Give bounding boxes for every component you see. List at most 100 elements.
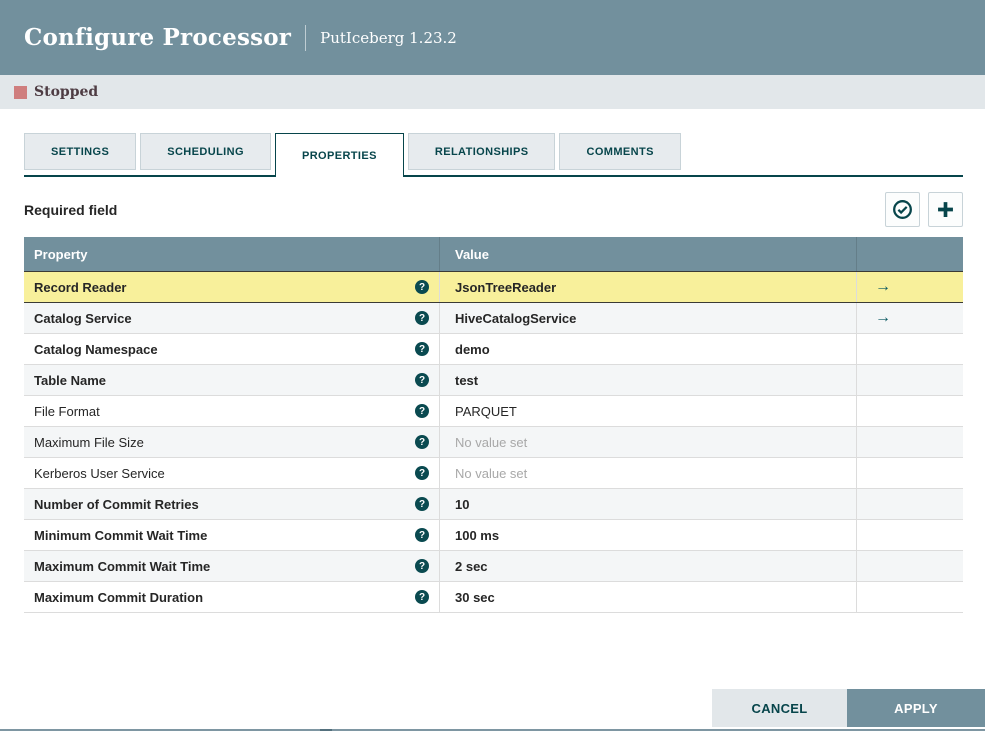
goto-service-icon[interactable]: →	[875, 310, 891, 326]
help-icon[interactable]: ?	[415, 559, 429, 573]
column-header-actions	[857, 237, 963, 271]
help-icon[interactable]: ?	[415, 342, 429, 356]
status-label: Stopped	[34, 84, 99, 100]
action-cell: →	[857, 272, 963, 302]
tab-label: RELATIONSHIPS	[434, 145, 529, 158]
column-header-value: Value	[440, 237, 857, 271]
action-cell: →	[857, 303, 963, 333]
processor-type-version: PutIceberg 1.23.2	[320, 28, 457, 47]
property-name: Record Reader	[34, 279, 127, 295]
tab-settings[interactable]: SETTINGS	[24, 133, 137, 170]
tab-bar: SETTINGS SCHEDULING PROPERTIES RELATIONS…	[24, 133, 963, 177]
property-cell: Kerberos User Service ?	[24, 458, 440, 488]
property-value[interactable]: JsonTreeReader	[440, 272, 857, 302]
required-field-label: Required field	[24, 201, 118, 218]
tab-comments[interactable]: COMMENTS	[559, 133, 681, 170]
stopped-indicator-icon	[14, 85, 27, 99]
property-cell: File Format ?	[24, 396, 440, 426]
tab-relationships[interactable]: RELATIONSHIPS	[407, 133, 556, 170]
property-cell: Catalog Service ?	[24, 303, 440, 333]
dialog-footer: CANCEL APPLY	[712, 689, 985, 727]
action-cell	[857, 582, 963, 612]
table-row[interactable]: Record Reader ? JsonTreeReader →	[24, 271, 963, 303]
property-cell: Catalog Namespace ?	[24, 334, 440, 364]
property-name: Catalog Namespace	[34, 341, 158, 357]
verify-properties-button[interactable]	[885, 192, 920, 227]
status-bar: Stopped	[0, 75, 985, 109]
tab-label: COMMENTS	[586, 145, 654, 158]
property-cell: Record Reader ?	[24, 272, 440, 302]
help-icon[interactable]: ?	[415, 311, 429, 325]
help-icon[interactable]: ?	[415, 280, 429, 294]
action-cell	[857, 458, 963, 488]
dialog-title: Configure Processor	[24, 24, 292, 51]
property-value[interactable]: 30 sec	[440, 582, 857, 612]
property-value[interactable]: demo	[440, 334, 857, 364]
action-cell	[857, 489, 963, 519]
add-property-button[interactable]	[928, 192, 963, 227]
property-name: Kerberos User Service	[34, 465, 165, 481]
property-value[interactable]: test	[440, 365, 857, 395]
property-cell: Minimum Commit Wait Time ?	[24, 520, 440, 550]
table-row[interactable]: Number of Commit Retries ? 10	[24, 489, 963, 520]
property-cell: Maximum Commit Wait Time ?	[24, 551, 440, 581]
property-name: Maximum File Size	[34, 434, 144, 450]
action-cell	[857, 427, 963, 457]
check-circle-icon	[892, 199, 913, 220]
dialog-header: Configure Processor PutIceberg 1.23.2	[0, 0, 985, 75]
help-icon[interactable]: ?	[415, 435, 429, 449]
tab-label: SETTINGS	[51, 145, 110, 158]
column-header-property: Property	[24, 237, 440, 271]
cancel-button[interactable]: CANCEL	[712, 689, 847, 727]
help-icon[interactable]: ?	[415, 373, 429, 387]
property-name: Catalog Service	[34, 310, 132, 326]
table-row[interactable]: Catalog Service ? HiveCatalogService →	[24, 303, 963, 334]
help-icon[interactable]: ?	[415, 590, 429, 604]
action-cell	[857, 396, 963, 426]
property-name: File Format	[34, 403, 100, 419]
property-name: Maximum Commit Wait Time	[34, 558, 211, 574]
table-row[interactable]: Catalog Namespace ? demo	[24, 334, 963, 365]
table-row[interactable]: Maximum File Size ? No value set	[24, 427, 963, 458]
action-cell	[857, 334, 963, 364]
apply-button[interactable]: APPLY	[847, 689, 985, 727]
table-row[interactable]: Kerberos User Service ? No value set	[24, 458, 963, 489]
help-icon[interactable]: ?	[415, 466, 429, 480]
action-cell	[857, 520, 963, 550]
property-name: Table Name	[34, 372, 107, 388]
table-row[interactable]: Minimum Commit Wait Time ? 100 ms	[24, 520, 963, 551]
property-value[interactable]: HiveCatalogService	[440, 303, 857, 333]
property-cell: Maximum File Size ?	[24, 427, 440, 457]
property-name: Number of Commit Retries	[34, 496, 199, 512]
property-cell: Table Name ?	[24, 365, 440, 395]
table-header: Property Value	[24, 237, 963, 271]
plus-icon	[935, 199, 956, 220]
tab-scheduling[interactable]: SCHEDULING	[140, 133, 271, 170]
property-name: Maximum Commit Duration	[34, 589, 204, 605]
table-row[interactable]: Maximum Commit Duration ? 30 sec	[24, 582, 963, 613]
table-row[interactable]: Table Name ? test	[24, 365, 963, 396]
property-cell: Maximum Commit Duration ?	[24, 582, 440, 612]
help-icon[interactable]: ?	[415, 528, 429, 542]
action-cell	[857, 365, 963, 395]
property-value[interactable]: 100 ms	[440, 520, 857, 550]
help-icon[interactable]: ?	[415, 497, 429, 511]
action-cell	[857, 551, 963, 581]
properties-toolbar: Required field	[24, 192, 963, 227]
property-value[interactable]: 10	[440, 489, 857, 519]
property-value[interactable]: 2 sec	[440, 551, 857, 581]
properties-table: Property Value Record Reader ? JsonTreeR…	[24, 237, 963, 613]
property-value[interactable]: PARQUET	[440, 396, 857, 426]
goto-service-icon[interactable]: →	[875, 279, 891, 295]
property-cell: Number of Commit Retries ?	[24, 489, 440, 519]
property-value[interactable]: No value set	[440, 458, 857, 488]
table-row[interactable]: File Format ? PARQUET	[24, 396, 963, 427]
tab-properties[interactable]: PROPERTIES	[274, 133, 404, 177]
property-value[interactable]: No value set	[440, 427, 857, 457]
help-icon[interactable]: ?	[415, 404, 429, 418]
property-name: Minimum Commit Wait Time	[34, 527, 208, 543]
table-row[interactable]: Maximum Commit Wait Time ? 2 sec	[24, 551, 963, 582]
tab-label: PROPERTIES	[301, 149, 377, 162]
tab-underline	[24, 175, 963, 177]
title-divider	[305, 24, 307, 51]
